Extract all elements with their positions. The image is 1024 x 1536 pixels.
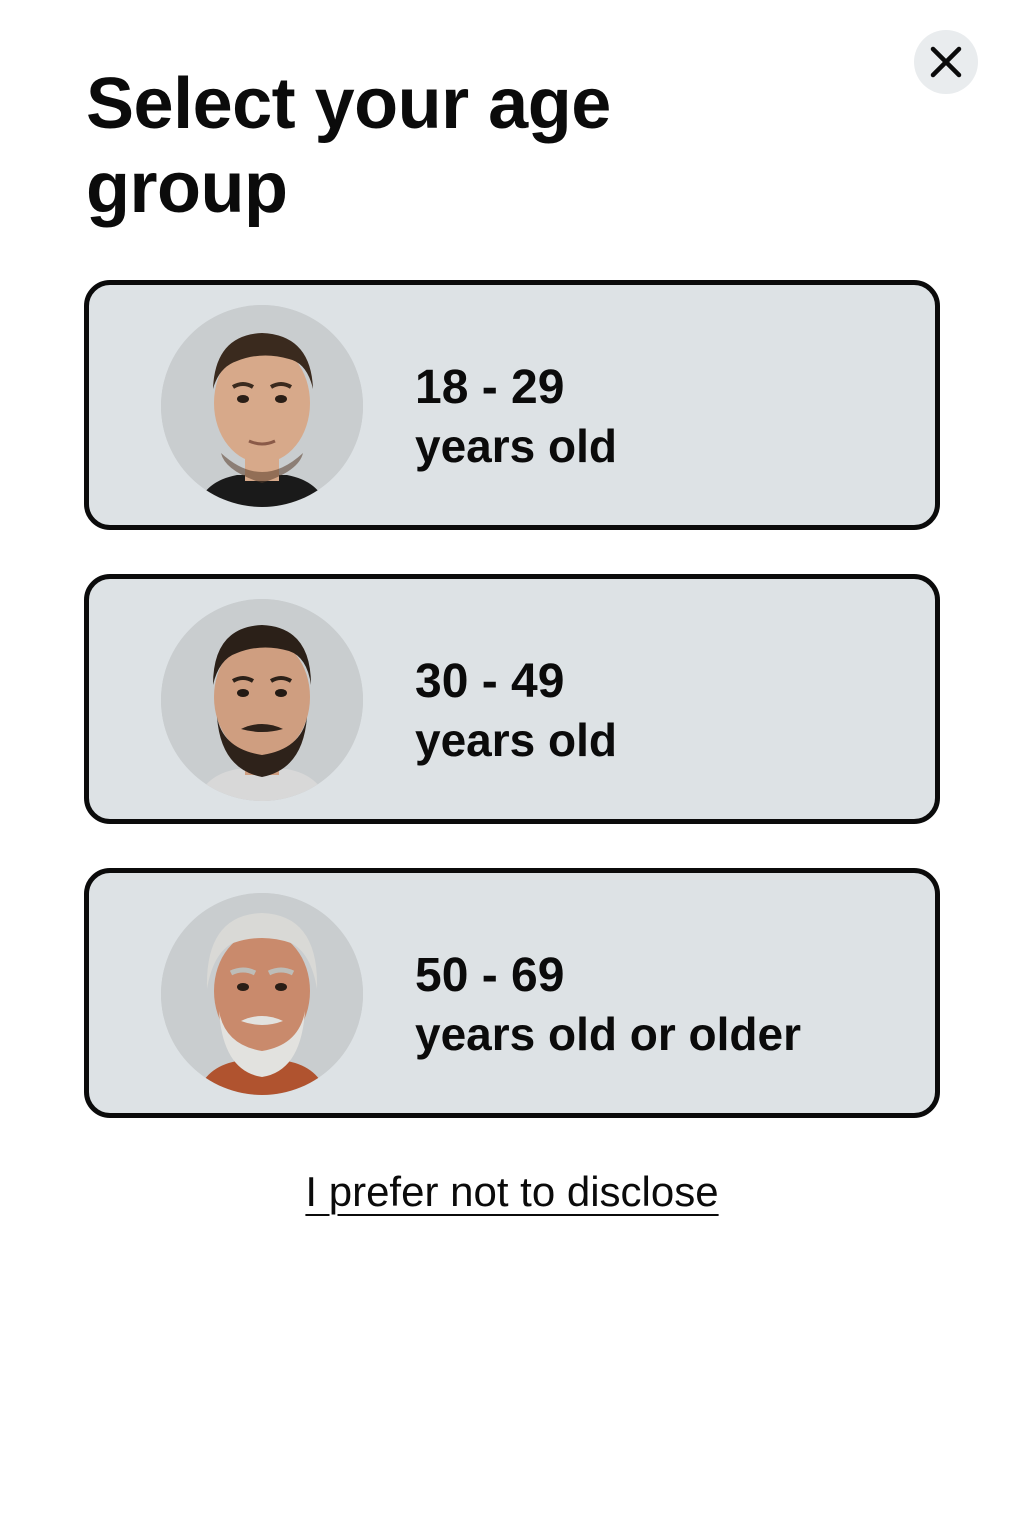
age-unit-label: years old — [415, 714, 617, 766]
close-button[interactable] — [914, 30, 978, 94]
age-unit-label: years old — [415, 420, 617, 472]
age-range-label: 30 - 49 — [415, 655, 565, 708]
middle-aged-man-avatar — [161, 599, 363, 801]
close-icon — [930, 46, 962, 78]
age-group-screen: Select your age group 18 - 29 years old … — [0, 0, 1024, 1536]
age-range-label: 18 - 29 — [415, 361, 565, 414]
page-title: Select your age group — [86, 64, 611, 228]
age-unit-label: years old or older — [415, 1008, 802, 1060]
age-option-18-29[interactable]: 18 - 29 years old — [84, 280, 940, 530]
option-text: 30 - 49 years old — [415, 653, 617, 769]
age-range-label: 50 - 69 — [415, 949, 565, 1002]
young-man-avatar — [161, 305, 363, 507]
option-text: 50 - 69 years old or older — [415, 947, 801, 1063]
option-text: 18 - 29 years old — [415, 359, 617, 475]
older-man-avatar — [161, 893, 363, 1095]
prefer-not-to-disclose-link[interactable]: I prefer not to disclose — [0, 1164, 1024, 1220]
age-option-50-69[interactable]: 50 - 69 years old or older — [84, 868, 940, 1118]
age-options-list: 18 - 29 years old 30 - 49 years old 50 -… — [84, 280, 940, 1162]
age-option-30-49[interactable]: 30 - 49 years old — [84, 574, 940, 824]
